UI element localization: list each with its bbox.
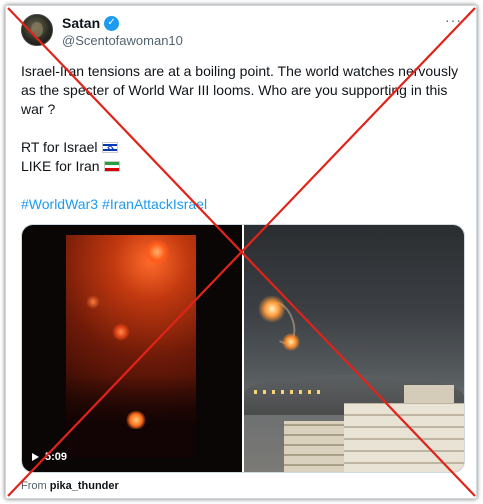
source-prefix: From xyxy=(21,480,47,492)
source-account-link[interactable]: pika_thunder xyxy=(50,480,119,492)
media-source: From pika_thunder xyxy=(21,480,119,492)
tweet-text: Israel-Iran tensions are at a boiling po… xyxy=(21,62,469,214)
glow-light xyxy=(86,295,100,309)
video-thumbnail[interactable]: 5:09 xyxy=(22,225,242,472)
display-name[interactable]: Satan xyxy=(62,15,100,31)
fire-light xyxy=(126,411,146,429)
play-icon[interactable] xyxy=(32,453,39,461)
more-options-icon[interactable]: ··· xyxy=(445,12,462,28)
verified-badge-icon: ✓ xyxy=(104,15,120,31)
author-name-row: Satan ✓ xyxy=(62,15,120,31)
flare-light xyxy=(282,333,300,351)
glow-light xyxy=(144,239,170,265)
avatar[interactable] xyxy=(21,14,53,46)
video-duration: 5:09 xyxy=(45,451,68,463)
like-line-text: LIKE for Iran xyxy=(21,158,100,174)
rt-line-text: RT for Israel xyxy=(21,139,98,155)
iran-flag-icon xyxy=(103,161,120,172)
glow-light xyxy=(112,323,130,341)
building xyxy=(344,403,464,472)
city-lights xyxy=(254,390,324,394)
video-play-control[interactable]: 5:09 xyxy=(32,451,67,463)
like-line: LIKE for Iran xyxy=(21,157,469,176)
hashtags: #WorldWar3 #IranAttackIsrael xyxy=(21,195,469,214)
hashtag-link[interactable]: #WorldWar3 xyxy=(21,196,98,212)
hashtag-link[interactable]: #IranAttackIsrael xyxy=(102,196,207,212)
israel-flag-icon xyxy=(101,142,118,153)
media-container: 5:09 xyxy=(21,224,465,473)
tweet-body: Israel-Iran tensions are at a boiling po… xyxy=(21,63,459,117)
photo-thumbnail[interactable] xyxy=(242,225,464,472)
flare-light xyxy=(258,295,286,323)
handle[interactable]: @Scentofawoman10 xyxy=(62,33,183,48)
rt-line: RT for Israel xyxy=(21,138,469,157)
tweet-card: Satan ✓ @Scentofawoman10 ··· Israel-Iran… xyxy=(5,5,477,499)
